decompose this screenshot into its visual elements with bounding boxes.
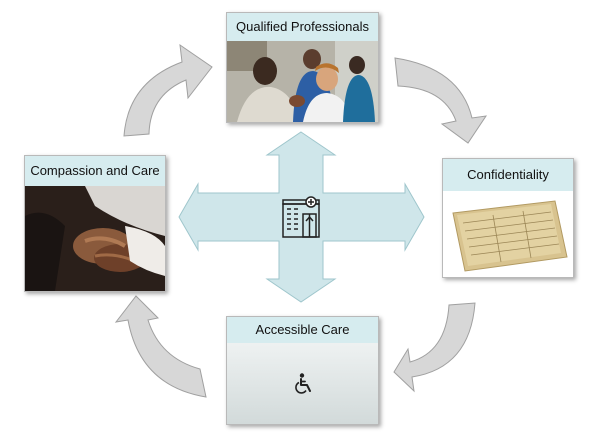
node-title: Qualified Professionals	[227, 13, 378, 41]
cycle-arrow-top-to-right	[394, 57, 488, 144]
professionals-photo	[227, 41, 378, 122]
wheelchair-icon	[295, 373, 311, 394]
cycle-arrow-bottom-to-left	[114, 295, 207, 398]
four-way-arrow	[178, 131, 425, 303]
node-compassion-and-care: Compassion and Care	[24, 155, 166, 292]
holding-hands-photo	[25, 186, 165, 291]
diagram: Qualified Professionals Compassion and C…	[0, 0, 596, 438]
cycle-arrow-right-to-bottom	[393, 302, 476, 393]
node-qualified-professionals: Qualified Professionals	[226, 12, 379, 123]
node-title: Accessible Care	[227, 317, 378, 343]
medical-records-folder-photo	[443, 191, 573, 277]
node-confidentiality: Confidentiality	[442, 158, 574, 278]
node-title: Confidentiality	[443, 159, 573, 191]
node-accessible-care: Accessible Care	[226, 316, 379, 425]
cycle-arrow-left-to-top	[123, 43, 213, 137]
node-title: Compassion and Care	[25, 156, 165, 186]
